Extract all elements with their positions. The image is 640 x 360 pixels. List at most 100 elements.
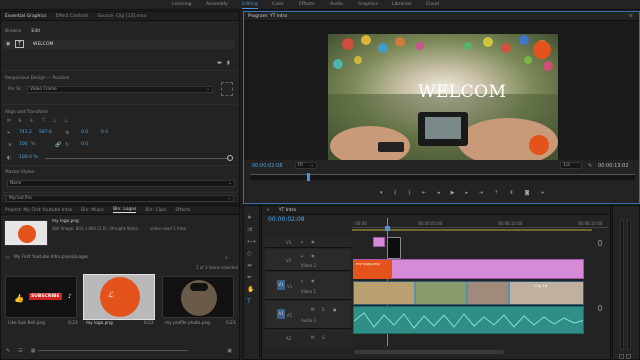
step-forward-icon[interactable]: ▸ <box>465 190 468 196</box>
lock-icon[interactable]: 🔗 <box>55 142 61 148</box>
pencil-icon[interactable]: ✎ <box>6 348 10 354</box>
step-back-icon[interactable]: ◂ <box>437 190 440 196</box>
subtab-edit[interactable]: Edit <box>31 29 40 34</box>
go-to-in-icon[interactable]: ⇤ <box>422 190 426 196</box>
align-top-icon[interactable]: ⊤ <box>41 118 45 124</box>
opacity-slider-handle[interactable] <box>227 155 233 161</box>
mute-button[interactable]: M <box>311 335 314 340</box>
eye-icon[interactable]: ◉ <box>311 239 315 244</box>
go-to-out-icon[interactable]: ⇥ <box>479 190 483 196</box>
bin-item-name[interactable]: my profile photo.png <box>165 321 210 326</box>
slip-icon[interactable]: ⇹ <box>247 262 256 269</box>
tab-bin-clips[interactable]: Bin: Clips <box>145 208 166 213</box>
graphic-clip-v3[interactable] <box>373 237 385 247</box>
source-patch[interactable]: A1 <box>277 309 285 319</box>
scale-value[interactable]: 100 <box>19 142 28 147</box>
workspace-assembly[interactable]: Assembly <box>206 2 228 7</box>
playhead-handle[interactable] <box>385 226 390 231</box>
anchor-y[interactable]: 0.0 <box>101 130 108 135</box>
add-icon[interactable]: + <box>540 190 544 196</box>
workspace-learning[interactable]: Learning <box>172 2 192 7</box>
audio-clip-a1[interactable] <box>353 306 584 334</box>
solo-button[interactable]: S <box>322 335 325 340</box>
ripple-edit-icon[interactable]: ⟷ <box>247 238 256 245</box>
lock-icon[interactable]: ⌂ <box>301 239 304 244</box>
tab-bin-logos[interactable]: Bin: Logos <box>113 207 137 213</box>
tab-source[interactable]: Source: Clip [13].mov <box>97 14 146 19</box>
new-layer-icon[interactable]: ▬ <box>217 60 222 66</box>
track-id[interactable]: A1 <box>287 313 292 318</box>
hand-icon[interactable]: ✋ <box>247 286 256 293</box>
timeline-timecode[interactable]: 00:00:02:08 <box>268 216 305 223</box>
workspace-graphics[interactable]: Graphics <box>358 2 378 7</box>
vertical-zoom-handle[interactable] <box>598 240 602 246</box>
workspace-audio[interactable]: Audio <box>330 2 343 7</box>
lock-icon[interactable]: ⌂ <box>301 278 304 283</box>
workspace-effects[interactable]: Effects <box>299 2 314 7</box>
tab-bin-music[interactable]: Bin: Music <box>81 208 104 213</box>
tab-effect-controls[interactable]: Effect Controls <box>55 14 88 19</box>
tab-effects[interactable]: Effects <box>175 208 190 213</box>
font-dropdown[interactable]: Myriad Pro ⌄ <box>6 195 234 202</box>
type-tool-icon[interactable]: T <box>247 298 256 305</box>
selection-tool-icon[interactable]: ➤ <box>247 214 256 221</box>
camera-icon[interactable]: ◙ <box>525 190 530 196</box>
time-ruler[interactable]: :00:00 00:00:05:00 00:00:10:00 00:00:15:… <box>352 218 608 228</box>
align-left-icon[interactable]: ⊫ <box>7 118 11 124</box>
eye-icon[interactable]: ◉ <box>6 41 10 47</box>
horizontal-scrollbar[interactable] <box>354 350 504 354</box>
workspace-color[interactable]: Color <box>272 2 284 7</box>
menu-icon[interactable]: ≡ <box>629 13 633 19</box>
icon-view-icon[interactable]: ▦ <box>31 348 36 354</box>
eye-icon[interactable]: ◉ <box>311 253 315 258</box>
tab-project[interactable]: Project: My First Youtube Intro <box>5 208 72 213</box>
align-bottom-icon[interactable]: ⊥ <box>64 118 68 124</box>
pin-to-dropdown[interactable]: Video Frame ⌄ <box>27 86 213 93</box>
track-select-icon[interactable]: ⇉ <box>247 226 256 233</box>
black-clip[interactable] <box>387 237 401 259</box>
extract-icon[interactable]: ⇞ <box>509 190 513 196</box>
trash-icon[interactable]: ▮ <box>227 60 230 66</box>
opacity-value[interactable]: 100.0 % <box>19 155 38 160</box>
lift-icon[interactable]: ⇡ <box>494 190 498 196</box>
track-id[interactable]: V3 <box>286 240 291 245</box>
close-icon[interactable]: × <box>266 208 270 213</box>
bin-item-thumb[interactable] <box>162 276 234 318</box>
list-view-icon[interactable]: ☰ <box>18 348 22 354</box>
workspace-editing[interactable]: Editing <box>242 2 258 9</box>
bin-item-thumb-selected[interactable]: ℒ <box>83 274 155 320</box>
align-center-icon[interactable]: ⊪ <box>18 118 22 124</box>
zoom-slider[interactable] <box>38 350 188 351</box>
sequence-tab[interactable]: YT Intro <box>279 208 296 213</box>
source-patch[interactable]: V1 <box>277 280 285 290</box>
mark-out-icon[interactable]: } <box>408 190 411 196</box>
tab-essential-graphics[interactable]: Essential Graphics <box>5 14 46 19</box>
razor-icon[interactable]: ◇ <box>247 250 256 257</box>
eye-icon[interactable]: ◉ <box>311 278 315 283</box>
fit-dropdown[interactable]: Fit ⌄ <box>295 162 317 169</box>
anchor-x[interactable]: 0.0 <box>81 130 88 135</box>
track-id[interactable]: V1 <box>287 284 292 289</box>
bin-item-name[interactable]: my logo.png <box>86 321 113 326</box>
video-frame[interactable]: WELCOM <box>328 34 558 160</box>
vertical-zoom-handle[interactable] <box>598 305 602 311</box>
rotation-value[interactable]: 0.0 <box>81 142 88 147</box>
program-title[interactable]: Program: YT Intro <box>248 14 287 19</box>
search-icon[interactable]: ⌕ <box>225 255 228 261</box>
bin-item-thumb[interactable]: 👍 SUBSCRIBE ♪ <box>5 276 77 318</box>
layer-row[interactable]: ◉ T WELCOM <box>3 40 235 49</box>
opacity-slider-track[interactable] <box>45 158 229 159</box>
workspace-cloud[interactable]: Cloud <box>426 2 439 7</box>
workspace-libraries[interactable]: Libraries <box>392 2 411 7</box>
pen-icon[interactable]: ✒ <box>247 274 256 281</box>
video-clip-v1[interactable]: Clip 19 <box>353 281 584 305</box>
position-y[interactable]: 587.6 <box>39 130 52 135</box>
resolution-dropdown[interactable]: 1/2 <box>560 162 582 169</box>
lock-icon[interactable]: ⌂ <box>301 253 304 258</box>
mic-icon[interactable]: ● <box>333 307 337 312</box>
new-item-icon[interactable]: ▣ <box>227 348 232 354</box>
align-right-icon[interactable]: ⊩ <box>30 118 34 124</box>
solo-button[interactable]: S <box>322 307 325 312</box>
mark-in-icon[interactable]: { <box>394 190 397 196</box>
pin-diagram-icon[interactable] <box>221 82 233 96</box>
